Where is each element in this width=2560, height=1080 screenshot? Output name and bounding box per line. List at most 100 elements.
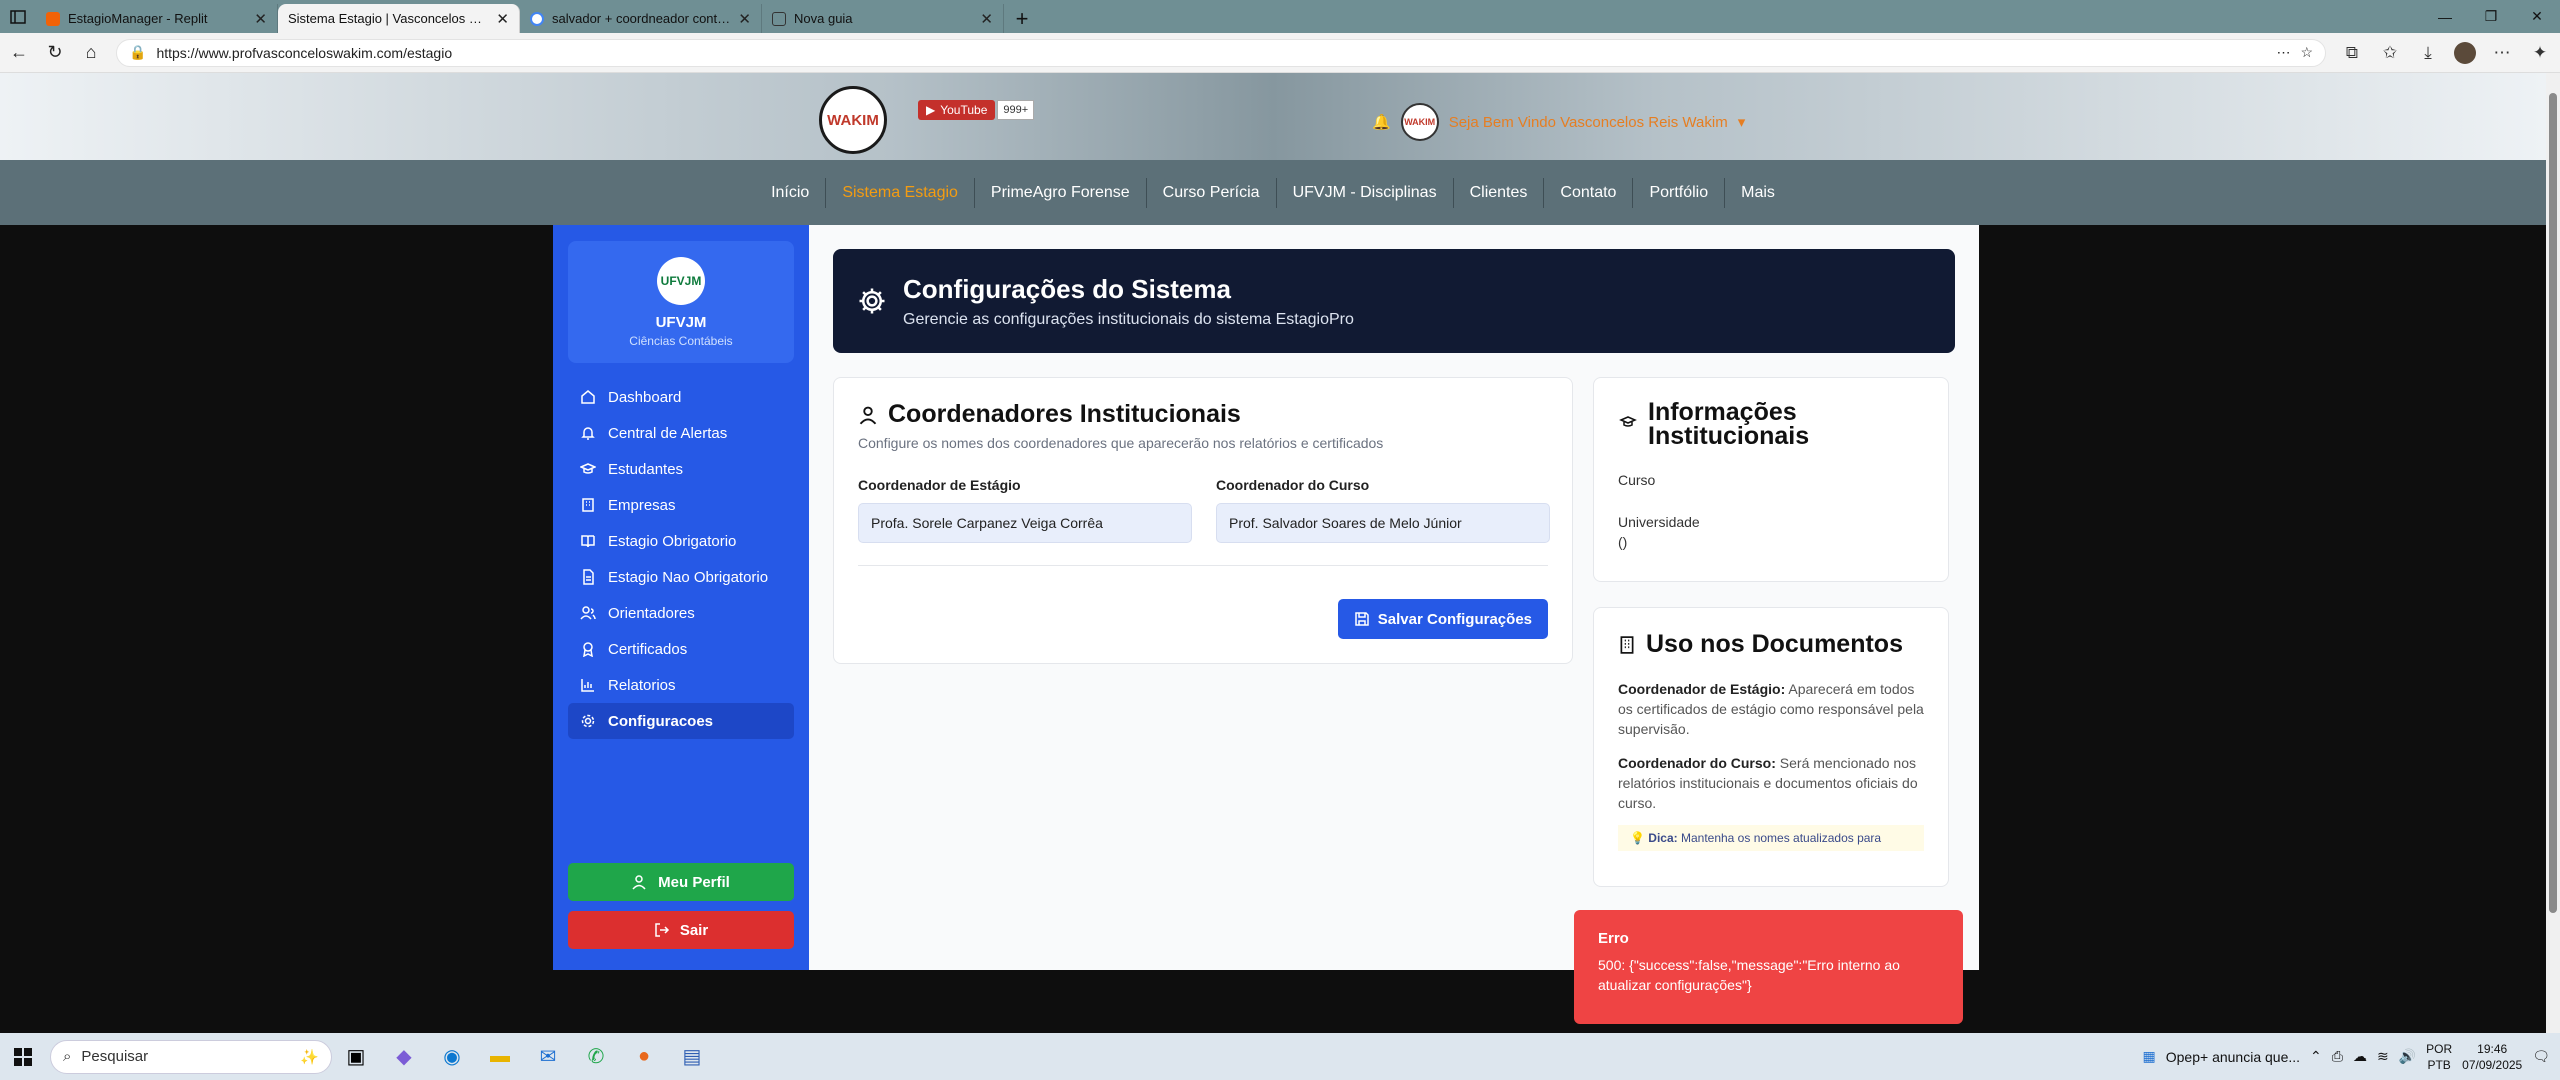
app-icon[interactable]: ▤ bbox=[668, 1033, 716, 1080]
tray-app-icon[interactable]: ⎙ bbox=[2332, 1048, 2343, 1065]
gear-icon bbox=[580, 713, 596, 729]
lang-layout: PTB bbox=[2427, 1057, 2451, 1072]
tab-google-search[interactable]: salvador + coordneador contábeis ✕ bbox=[520, 4, 762, 33]
youtube-subscribe[interactable]: ▶ YouTube 999+ bbox=[918, 100, 1035, 120]
menu-item-curso-pericia[interactable]: Curso Perícia bbox=[1147, 177, 1277, 208]
cloud-icon[interactable]: ☁ bbox=[2353, 1048, 2367, 1065]
sidebar-item-empresas[interactable]: Empresas bbox=[568, 487, 794, 523]
sidebar-item-estagio-obrigatorio[interactable]: Estagio Obrigatorio bbox=[568, 523, 794, 559]
sidebar-item-certificados[interactable]: Certificados bbox=[568, 631, 794, 667]
site-logo[interactable]: WAKIM bbox=[819, 86, 887, 154]
menu-item-ufvjm-disciplinas[interactable]: UFVJM - Disciplinas bbox=[1277, 177, 1454, 208]
windows-start-icon[interactable] bbox=[0, 1033, 46, 1080]
more-icon[interactable]: ⋯ bbox=[2490, 43, 2514, 63]
menu-item-inicio[interactable]: Início bbox=[755, 177, 827, 208]
back-icon[interactable]: ← bbox=[8, 42, 30, 63]
sidebar-item-relatorios[interactable]: Relatorios bbox=[568, 667, 794, 703]
logout-button[interactable]: Sair bbox=[568, 911, 794, 949]
course-coordinator-label: Coordenador do Curso bbox=[1216, 477, 1370, 493]
course-coordinator-input[interactable] bbox=[1216, 503, 1550, 543]
menu-item-mais[interactable]: Mais bbox=[1725, 178, 1791, 208]
page-scrollbar[interactable] bbox=[2546, 73, 2560, 1033]
sidebar-item-configuracoes[interactable]: Configuracoes bbox=[568, 703, 794, 739]
stage-coordinator-field: Coordenador de Estágio bbox=[858, 477, 1192, 543]
news-text[interactable]: Opep+ anuncia que... bbox=[2166, 1049, 2300, 1065]
tab-nova-guia[interactable]: Nova guia ✕ bbox=[762, 4, 1004, 33]
minimize-icon[interactable]: — bbox=[2422, 0, 2468, 33]
welcome-user[interactable]: 🔔 WAKIM Seja Bem Vindo Vasconcelos Reis … bbox=[1372, 103, 1745, 141]
taskbar-search[interactable]: ⌕ Pesquisar ✨ bbox=[50, 1039, 332, 1074]
windows-taskbar: ⌕ Pesquisar ✨ ▣ ◆ ◉ ▬ ✉ ✆ ● ▤ ▦ Opep+ an… bbox=[0, 1033, 2560, 1080]
extensions-icon[interactable]: ⧉ bbox=[2340, 43, 2364, 63]
sidebar-item-estagio-nao-obrigatorio[interactable]: Estagio Nao Obrigatorio bbox=[568, 559, 794, 595]
menu-item-portfolio[interactable]: Portfólio bbox=[1633, 177, 1726, 208]
youtube-button[interactable]: ▶ YouTube bbox=[918, 100, 996, 120]
file-explorer-icon[interactable]: ▬ bbox=[476, 1033, 524, 1080]
menu-item-primeagro-forense[interactable]: PrimeAgro Forense bbox=[975, 177, 1147, 208]
task-view-icon[interactable]: ▣ bbox=[332, 1033, 380, 1080]
tab-replit[interactable]: EstagioManager - Replit ✕ bbox=[36, 4, 278, 33]
sidebar-item-orientadores[interactable]: Orientadores bbox=[568, 595, 794, 631]
news-icon[interactable]: ▦ bbox=[2143, 1048, 2156, 1065]
downloads-icon[interactable]: ⤓ bbox=[2416, 43, 2440, 63]
mail-icon[interactable]: ✉ bbox=[524, 1033, 572, 1080]
close-tab-icon[interactable]: ✕ bbox=[980, 10, 993, 28]
close-window-icon[interactable]: ✕ bbox=[2514, 0, 2560, 33]
sidebar-item-estudantes[interactable]: Estudantes bbox=[568, 451, 794, 487]
keyboard-language[interactable]: POR PTB bbox=[2426, 1041, 2452, 1073]
coordinators-title: Coordenadores Institucionais bbox=[888, 400, 1241, 428]
lightbulb-icon: 💡 bbox=[1630, 831, 1645, 845]
menu-item-clientes[interactable]: Clientes bbox=[1454, 177, 1545, 208]
restore-icon[interactable]: ❐ bbox=[2468, 0, 2514, 33]
scrollbar-thumb[interactable] bbox=[2549, 93, 2557, 913]
refresh-icon[interactable]: ↻ bbox=[44, 42, 66, 63]
sidebar-item-label: Relatorios bbox=[608, 676, 676, 694]
ufvjm-logo: UFVJM bbox=[657, 256, 705, 305]
firefox-icon[interactable]: ● bbox=[620, 1033, 668, 1080]
institution-name: UFVJM bbox=[655, 313, 707, 331]
menu-item-contato[interactable]: Contato bbox=[1544, 177, 1634, 208]
chevron-up-icon[interactable]: ⌃ bbox=[2310, 1048, 2322, 1065]
profile-avatar-icon[interactable] bbox=[2454, 41, 2476, 64]
sidebar-item-label: Dashboard bbox=[608, 388, 682, 406]
taskbar-clock[interactable]: 19:46 07/09/2025 bbox=[2462, 1041, 2522, 1073]
docs-p1-bold: Coordenador de Estágio: bbox=[1618, 681, 1786, 697]
close-tab-icon[interactable]: ✕ bbox=[738, 10, 751, 28]
info-title: Informações Institucionais bbox=[1648, 398, 1810, 450]
favorites-icon[interactable]: ✩ bbox=[2378, 43, 2402, 63]
page-title: Configurações do Sistema bbox=[903, 273, 1231, 304]
error-toast[interactable]: Erro 500: {"success":false,"message":"Er… bbox=[1574, 910, 1963, 1024]
tab-actions-icon[interactable] bbox=[0, 0, 36, 33]
new-tab-favicon-icon bbox=[772, 11, 786, 26]
sidebar-item-central-de-alertas[interactable]: Central de Alertas bbox=[568, 415, 794, 451]
notifications-icon[interactable]: 🗨 bbox=[2532, 1048, 2550, 1065]
close-tab-icon[interactable]: ✕ bbox=[254, 10, 267, 28]
chevron-down-icon[interactable]: ▾ bbox=[1738, 113, 1746, 131]
address-bar: ← ↻ ⌂ 🔒 https://www.profvasconceloswakim… bbox=[0, 33, 2560, 73]
reader-icon[interactable]: ⋯ bbox=[2276, 44, 2290, 61]
user-avatar[interactable]: WAKIM bbox=[1400, 103, 1439, 141]
tab-sistema-estagio[interactable]: Sistema Estagio | Vasconcelos Wakim ✕ bbox=[278, 4, 520, 33]
save-settings-button[interactable]: Salvar Configurações bbox=[1337, 599, 1548, 639]
url-field[interactable]: 🔒 https://www.profvasconceloswakim.com/e… bbox=[116, 38, 2326, 67]
site-menu: Início Sistema Estagio PrimeAgro Forense… bbox=[0, 160, 2546, 225]
sidebar-item-dashboard[interactable]: Dashboard bbox=[568, 379, 794, 415]
home-icon[interactable]: ⌂ bbox=[80, 42, 102, 63]
edge-browser-icon[interactable]: ◉ bbox=[428, 1033, 476, 1080]
close-tab-icon[interactable]: ✕ bbox=[496, 10, 509, 28]
google-favicon-icon bbox=[530, 11, 544, 26]
institution-brand: UFVJM UFVJM Ciências Contábeis bbox=[568, 241, 794, 363]
tip-box: 💡 Dica: Mantenha os nomes atualizados pa… bbox=[1618, 825, 1924, 851]
wifi-icon[interactable]: ≋ bbox=[2377, 1048, 2389, 1065]
sidebar-item-label: Empresas bbox=[608, 496, 676, 514]
notification-bell-icon[interactable]: 🔔 bbox=[1372, 113, 1391, 131]
whatsapp-icon[interactable]: ✆ bbox=[572, 1033, 620, 1080]
favorite-star-icon[interactable]: ☆ bbox=[2300, 44, 2313, 61]
profile-button[interactable]: Meu Perfil bbox=[568, 863, 794, 901]
stage-coordinator-input[interactable] bbox=[858, 503, 1192, 543]
copilot-app-icon[interactable]: ◆ bbox=[380, 1033, 428, 1080]
volume-icon[interactable]: 🔊 bbox=[2399, 1048, 2416, 1065]
new-tab-button[interactable]: + bbox=[1004, 4, 1040, 33]
copilot-icon[interactable]: ✦ bbox=[2528, 43, 2552, 63]
menu-item-sistema-estagio[interactable]: Sistema Estagio bbox=[826, 177, 975, 208]
